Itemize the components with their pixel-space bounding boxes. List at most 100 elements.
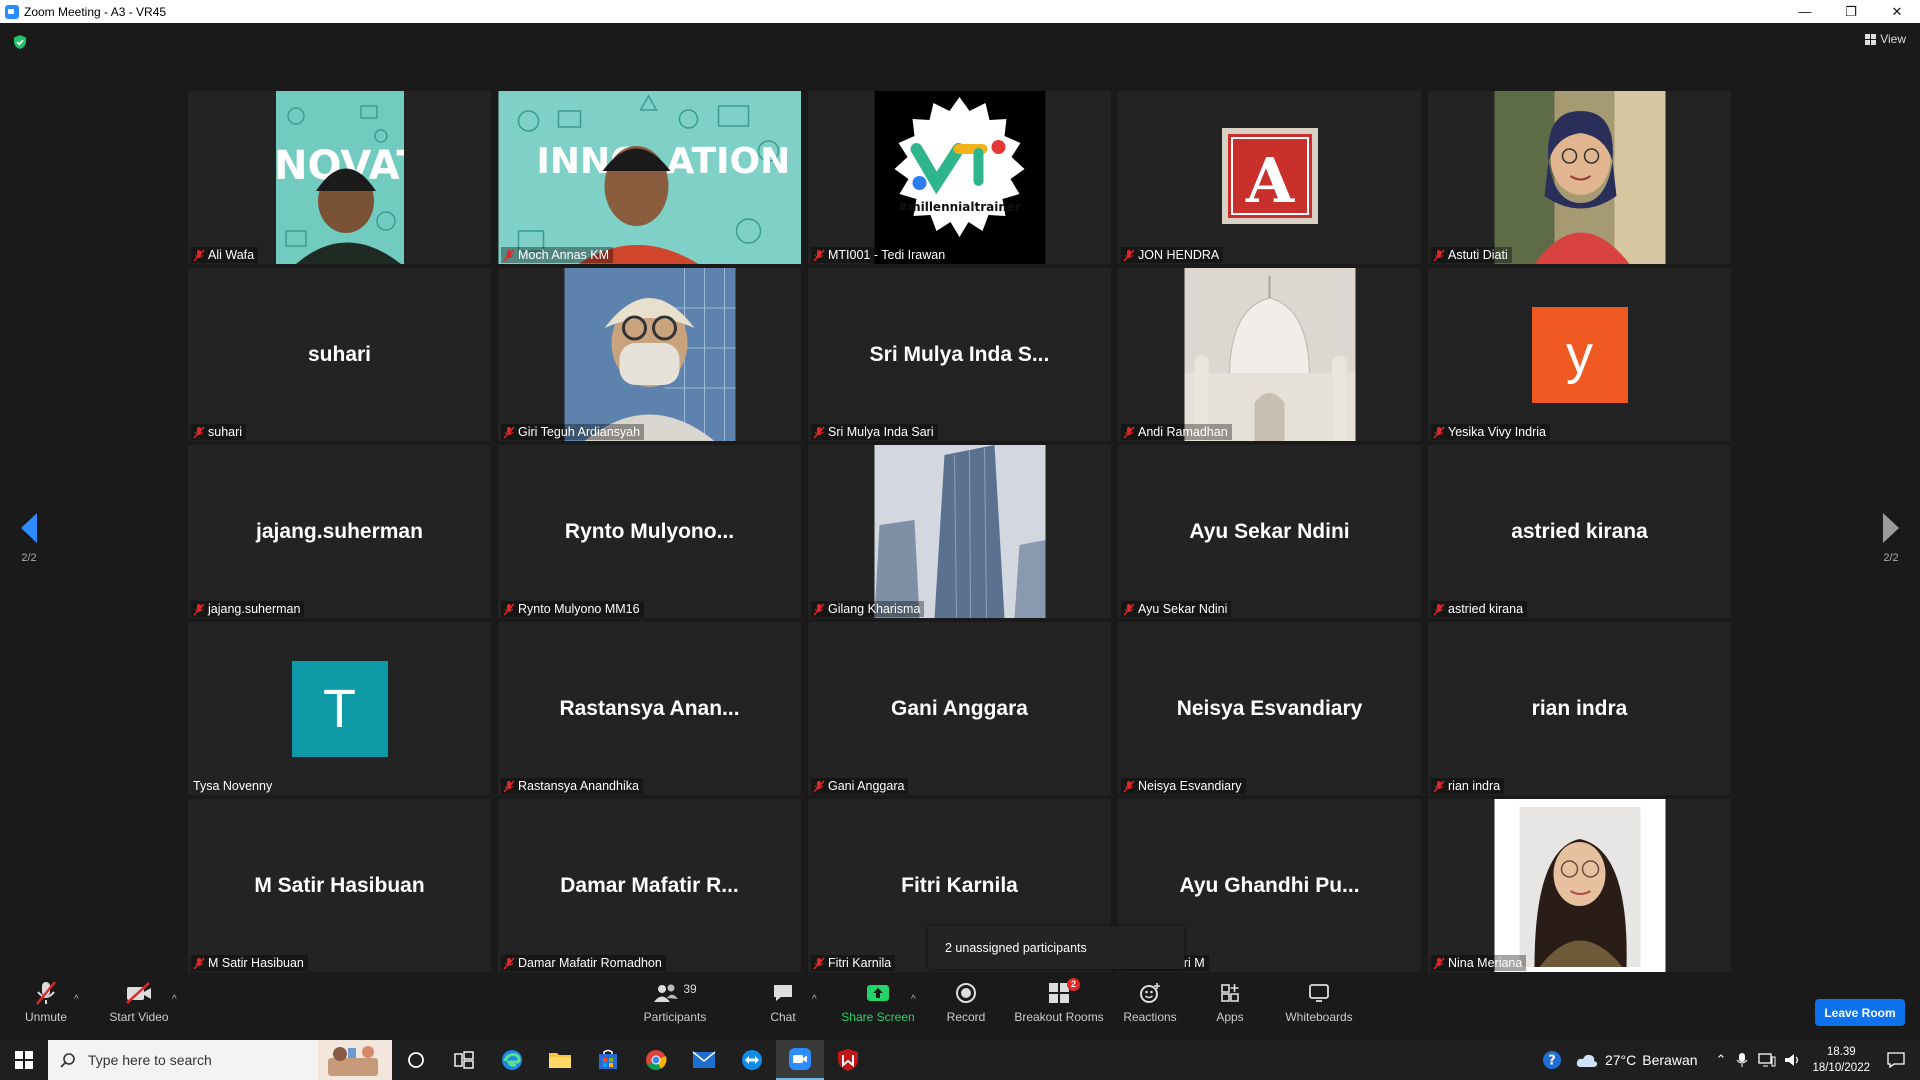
arrow-left-icon bbox=[21, 513, 37, 543]
participant-tile[interactable]: jajang.suherman jajang.suherman bbox=[188, 445, 491, 618]
share-screen-button[interactable]: Share Screen bbox=[838, 976, 918, 1040]
breakout-badge: 2 bbox=[1066, 978, 1080, 991]
breakout-rooms-button[interactable]: 2 Breakout Rooms bbox=[1013, 976, 1105, 1040]
unmute-button[interactable]: Unmute bbox=[18, 976, 74, 1040]
arrow-right-icon bbox=[1883, 513, 1899, 543]
mic-muted-icon bbox=[1433, 426, 1445, 438]
task-view-icon bbox=[454, 1051, 474, 1069]
start-button[interactable] bbox=[0, 1040, 48, 1080]
participant-display-name: M Satir Hasibuan bbox=[254, 873, 425, 897]
participant-tile[interactable]: Nina Meriana bbox=[1428, 799, 1731, 972]
grid-view-icon bbox=[1865, 33, 1877, 45]
participant-video: #millennialtrainer bbox=[874, 91, 1045, 264]
participant-tile[interactable]: M Satir Hasibuan M Satir Hasibuan bbox=[188, 799, 491, 972]
participant-display-name: astried kirana bbox=[1511, 519, 1648, 543]
participant-name-label: suhari bbox=[191, 424, 247, 440]
gallery-grid: NOVATI Ali Wafa bbox=[188, 91, 1733, 972]
taskbar-search-box[interactable]: Type here to search bbox=[48, 1040, 392, 1080]
participant-tile[interactable]: Neisya Esvandiary Neisya Esvandiary bbox=[1118, 622, 1421, 795]
participant-tile[interactable]: NOVATI Ali Wafa bbox=[188, 91, 491, 264]
participant-name-label: Yesika Vivy Indria bbox=[1431, 424, 1550, 440]
weather-widget[interactable]: 27°C Berawan bbox=[1575, 1052, 1698, 1068]
participant-name-label: Nina Meriana bbox=[1431, 955, 1527, 971]
participant-tile[interactable]: rian indra rian indra bbox=[1428, 622, 1731, 795]
apps-button[interactable]: Apps bbox=[1210, 976, 1250, 1040]
participants-icon bbox=[654, 984, 679, 1002]
participant-display-name: jajang.suherman bbox=[256, 519, 423, 543]
participants-count: 39 bbox=[683, 982, 697, 996]
mail-app[interactable] bbox=[680, 1040, 728, 1080]
windows-logo-icon bbox=[15, 1051, 33, 1069]
participant-tile[interactable]: Gani Anggara Gani Anggara bbox=[808, 622, 1111, 795]
participant-tile[interactable]: Ayu Sekar Ndini Ayu Sekar Ndini bbox=[1118, 445, 1421, 618]
record-button[interactable]: Record bbox=[943, 976, 989, 1040]
participant-tile[interactable]: #millennialtrainer MTI001 - Tedi Irawan bbox=[808, 91, 1111, 264]
file-explorer-app[interactable] bbox=[536, 1040, 584, 1080]
participant-photo bbox=[874, 445, 1045, 618]
participant-display-name: Gani Anggara bbox=[891, 696, 1028, 720]
participant-tile[interactable]: Gilang Kharisma bbox=[808, 445, 1111, 618]
mic-muted-icon bbox=[1433, 957, 1445, 969]
minimize-button[interactable]: — bbox=[1782, 0, 1828, 23]
participant-tile[interactable]: Andi Ramadhan bbox=[1118, 268, 1421, 441]
participant-tile[interactable]: Rynto Mulyono... Rynto Mulyono MM16 bbox=[498, 445, 801, 618]
leave-room-button[interactable]: Leave Room bbox=[1815, 999, 1905, 1026]
whiteboards-button[interactable]: Whiteboards bbox=[1281, 976, 1357, 1040]
participant-display-name: Ayu Ghandhi Pu... bbox=[1179, 873, 1360, 897]
participant-tile[interactable]: Giri Teguh Ardiansyah bbox=[498, 268, 801, 441]
chrome-app[interactable] bbox=[632, 1040, 680, 1080]
taskbar-clock[interactable]: 18.39 18/10/2022 bbox=[1812, 1044, 1870, 1076]
cortana-button[interactable] bbox=[392, 1040, 440, 1080]
next-page-button[interactable]: 2/2 bbox=[1871, 513, 1911, 564]
edge-app[interactable] bbox=[488, 1040, 536, 1080]
participant-name-label: Ayu Sekar Ndini bbox=[1121, 601, 1232, 617]
volume-icon[interactable] bbox=[1784, 1053, 1802, 1067]
mcafee-app[interactable] bbox=[824, 1040, 872, 1080]
store-app[interactable] bbox=[584, 1040, 632, 1080]
audio-options-caret[interactable]: ^ bbox=[74, 994, 79, 1005]
window-title-bar: Zoom Meeting - A3 - VR45 — ❐ ✕ bbox=[0, 0, 1920, 23]
participant-tile[interactable]: INNO ATION Moch Annas KM bbox=[498, 91, 801, 264]
participant-tile[interactable]: Rastansya Anan... Rastansya Anandhika bbox=[498, 622, 801, 795]
participant-tile[interactable]: Astuti Diati bbox=[1428, 91, 1731, 264]
participant-display-name: rian indra bbox=[1531, 696, 1628, 720]
restore-button[interactable]: ❐ bbox=[1828, 0, 1874, 23]
help-icon[interactable]: ? bbox=[1541, 1049, 1563, 1071]
close-button[interactable]: ✕ bbox=[1874, 0, 1920, 23]
mcafee-shield-icon bbox=[838, 1049, 858, 1071]
reactions-button[interactable]: Reactions bbox=[1122, 976, 1178, 1040]
chevron-up-icon[interactable]: ⌃ bbox=[1716, 1052, 1727, 1068]
participant-name-label: astried kirana bbox=[1431, 601, 1528, 617]
previous-page-button[interactable]: 2/2 bbox=[9, 513, 49, 564]
task-view-button[interactable] bbox=[440, 1040, 488, 1080]
mic-muted-icon bbox=[813, 249, 825, 261]
page-indicator-left: 2/2 bbox=[21, 552, 37, 564]
chrome-icon bbox=[646, 1050, 667, 1070]
participant-tile[interactable]: suhari suhari bbox=[188, 268, 491, 441]
participant-tile[interactable]: T Tysa Novenny bbox=[188, 622, 491, 795]
share-options-caret[interactable]: ^ bbox=[911, 994, 916, 1005]
microphone-icon[interactable] bbox=[1736, 1052, 1748, 1068]
participant-tile[interactable]: astried kirana astried kirana bbox=[1428, 445, 1731, 618]
video-options-caret[interactable]: ^ bbox=[172, 994, 177, 1005]
view-button[interactable]: View bbox=[1865, 32, 1906, 46]
participant-tile[interactable]: Damar Mafatir R... Damar Mafatir Romadho… bbox=[498, 799, 801, 972]
participant-display-name: Neisya Esvandiary bbox=[1176, 696, 1363, 720]
notifications-icon[interactable] bbox=[1886, 1051, 1906, 1069]
video-off-icon bbox=[126, 982, 151, 1004]
chat-button[interactable]: Chat bbox=[763, 976, 803, 1040]
participant-tile[interactable]: y Yesika Vivy Indria bbox=[1428, 268, 1731, 441]
start-video-button[interactable]: Start Video bbox=[104, 976, 174, 1040]
mic-muted-icon bbox=[1433, 249, 1445, 261]
security-shield-icon[interactable] bbox=[12, 34, 28, 50]
participants-button[interactable]: 39 Participants bbox=[640, 976, 710, 1040]
teamviewer-app[interactable] bbox=[728, 1040, 776, 1080]
mic-muted-icon bbox=[193, 957, 205, 969]
chat-options-caret[interactable]: ^ bbox=[812, 994, 817, 1005]
zoom-app[interactable] bbox=[776, 1040, 824, 1080]
search-icon bbox=[60, 1053, 75, 1068]
participant-tile[interactable]: Sri Mulya Inda S... Sri Mulya Inda Sari bbox=[808, 268, 1111, 441]
participant-display-name: Fitri Karnila bbox=[901, 873, 1018, 897]
participant-tile[interactable]: A JON HENDRA bbox=[1118, 91, 1421, 264]
network-icon[interactable] bbox=[1758, 1053, 1776, 1067]
